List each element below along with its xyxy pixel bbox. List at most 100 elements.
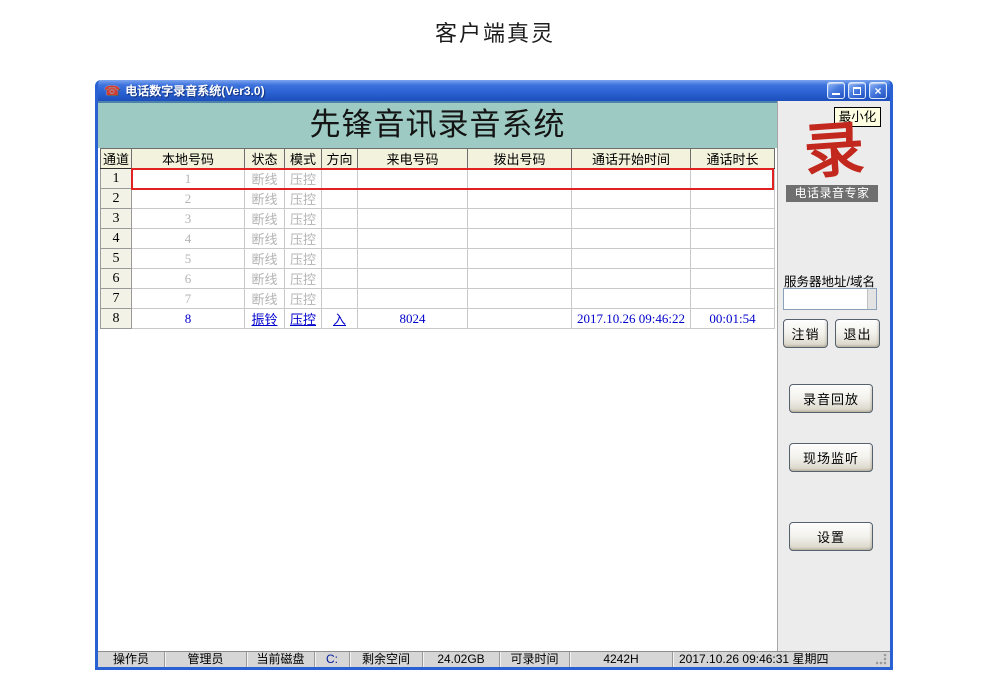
- column-header-4: 模式: [284, 148, 322, 169]
- cell-direction: [321, 208, 358, 229]
- cell-direction: 入: [321, 308, 358, 329]
- server-address-input[interactable]: [784, 289, 867, 309]
- channel-row-3[interactable]: 3 3 断线 压控: [100, 208, 775, 229]
- cell-channel: 5: [100, 248, 132, 269]
- cell-dialed: [467, 228, 572, 249]
- cell-mode: 压控: [284, 168, 322, 189]
- main-panel: 先锋音讯录音系统 通道 本地号码 状态 模式 方向 来电号码 拨出号码 通话开始时间 通话时长 …: [98, 101, 777, 651]
- cell-mode: 压控: [284, 268, 322, 289]
- cell-direction: [321, 288, 358, 309]
- cell-mode: 压控: [284, 288, 322, 309]
- cell-start: [571, 248, 691, 269]
- cell-mode: 压控: [284, 228, 322, 249]
- cell-start: [571, 168, 691, 189]
- cell-local: 8: [131, 308, 245, 329]
- cell-duration: [690, 268, 775, 289]
- cell-start: [571, 268, 691, 289]
- cell-local: 2: [131, 188, 245, 209]
- cell-duration: [690, 228, 775, 249]
- cell-dialed: [467, 288, 572, 309]
- cell-direction: [321, 228, 358, 249]
- resize-grip[interactable]: [876, 654, 887, 665]
- cell-dialed: [467, 268, 572, 289]
- column-header-6: 来电号码: [357, 148, 468, 169]
- cell-caller: [357, 268, 468, 289]
- cell-duration: [690, 208, 775, 229]
- channel-row-2[interactable]: 2 2 断线 压控: [100, 188, 775, 209]
- cell-caller: [357, 288, 468, 309]
- cell-caller: [357, 188, 468, 209]
- cell-status: 断线: [244, 288, 285, 309]
- cell-status: 断线: [244, 268, 285, 289]
- status-item-4: C:: [314, 652, 349, 667]
- window-title: 电话数字录音系统(Ver3.0): [125, 84, 265, 98]
- channel-row-8[interactable]: 8 8 振铃 压控入 8024 2017.10.26 09:46:22 00:01:54: [100, 308, 775, 329]
- channel-row-1[interactable]: 1 1 断线 压控: [100, 168, 775, 189]
- cell-local: 5: [131, 248, 245, 269]
- status-item-8: 4242H: [569, 652, 672, 667]
- cell-caller: [357, 228, 468, 249]
- logout-button[interactable]: 注销: [783, 319, 828, 348]
- minimize-glyph: [832, 87, 840, 95]
- channels-table: 通道 本地号码 状态 模式 方向 来电号码 拨出号码 通话开始时间 通话时长 1 1 断线 压控 2 2 断…: [100, 148, 775, 329]
- cell-channel: 1: [100, 168, 132, 189]
- status-item-5: 剩余空间: [349, 652, 422, 667]
- cell-duration: [690, 168, 775, 189]
- channel-row-7[interactable]: 7 7 断线 压控: [100, 288, 775, 309]
- monitor-button[interactable]: 现场监听: [789, 443, 873, 472]
- cell-local: 6: [131, 268, 245, 289]
- cell-mode: 压控: [284, 208, 322, 229]
- app-window: ☎ 电话数字录音系统(Ver3.0) × 先锋音讯录音系统 通道 本地号码 状态…: [95, 80, 893, 670]
- cell-caller: [357, 208, 468, 229]
- cell-start: [571, 188, 691, 209]
- cell-status: 断线: [244, 228, 285, 249]
- playback-button[interactable]: 录音回放: [789, 384, 873, 413]
- cell-status: 断线: [244, 188, 285, 209]
- close-icon[interactable]: ×: [869, 82, 887, 99]
- window-content: 先锋音讯录音系统 通道 本地号码 状态 模式 方向 来电号码 拨出号码 通话开始时间 通话时长 …: [98, 101, 890, 651]
- channel-row-5[interactable]: 5 5 断线 压控: [100, 248, 775, 269]
- window-titlebar[interactable]: ☎ 电话数字录音系统(Ver3.0) ×: [98, 80, 890, 101]
- cell-dialed: [467, 248, 572, 269]
- cell-duration: 00:01:54: [690, 308, 775, 329]
- cell-local: 3: [131, 208, 245, 229]
- cell-local: 1: [131, 168, 245, 189]
- status-item-9: 2017.10.26 09:46:31 星期四: [672, 652, 890, 667]
- cell-direction: [321, 268, 358, 289]
- cell-mode: 压控: [284, 248, 322, 269]
- cell-mode: 压控: [284, 308, 322, 329]
- channel-row-4[interactable]: 4 4 断线 压控: [100, 228, 775, 249]
- cell-status: 断线: [244, 248, 285, 269]
- cell-channel: 8: [100, 308, 132, 329]
- exit-button[interactable]: 退出: [835, 319, 880, 348]
- cell-start: [571, 208, 691, 229]
- cell-caller: [357, 168, 468, 189]
- status-item-1: 操作员: [112, 652, 149, 666]
- cell-local: 4: [131, 228, 245, 249]
- cell-direction: [321, 188, 358, 209]
- banner-title: 先锋音讯录音系统: [98, 101, 777, 148]
- sidebar: 最小化 录 电话录音专家 服务器地址/域名 注销 退出 录音回放 现场监听 设置: [777, 101, 890, 651]
- telephone-icon: ☎: [104, 83, 121, 98]
- cell-direction: [321, 168, 358, 189]
- column-header-5: 方向: [321, 148, 358, 169]
- cell-direction: [321, 248, 358, 269]
- logo: 录: [801, 113, 867, 189]
- cell-dialed: [467, 308, 572, 329]
- table-header-row: 通道 本地号码 状态 模式 方向 来电号码 拨出号码 通话开始时间 通话时长: [100, 148, 775, 169]
- column-header-9: 通话时长: [690, 148, 775, 169]
- settings-button[interactable]: 设置: [789, 522, 873, 551]
- cell-start: 2017.10.26 09:46:22: [571, 308, 691, 329]
- cell-caller: [357, 248, 468, 269]
- maximize-icon[interactable]: [848, 82, 866, 99]
- input-scrollbar[interactable]: [867, 289, 876, 309]
- logo-caption: 电话录音专家: [786, 185, 878, 202]
- cell-status: 断线: [244, 208, 285, 229]
- maximize-glyph: [853, 86, 861, 95]
- cell-mode: 压控: [284, 188, 322, 209]
- page-title: 客户端真灵: [434, 21, 555, 46]
- status-bar: 操作员 管理员 当前磁盘 C: 剩余空间 24.02GB 可录时间 4242H 2017.10.…: [98, 651, 890, 667]
- minimize-icon[interactable]: [827, 82, 845, 99]
- column-header-3: 状态: [244, 148, 285, 169]
- channel-row-6[interactable]: 6 6 断线 压控: [100, 268, 775, 289]
